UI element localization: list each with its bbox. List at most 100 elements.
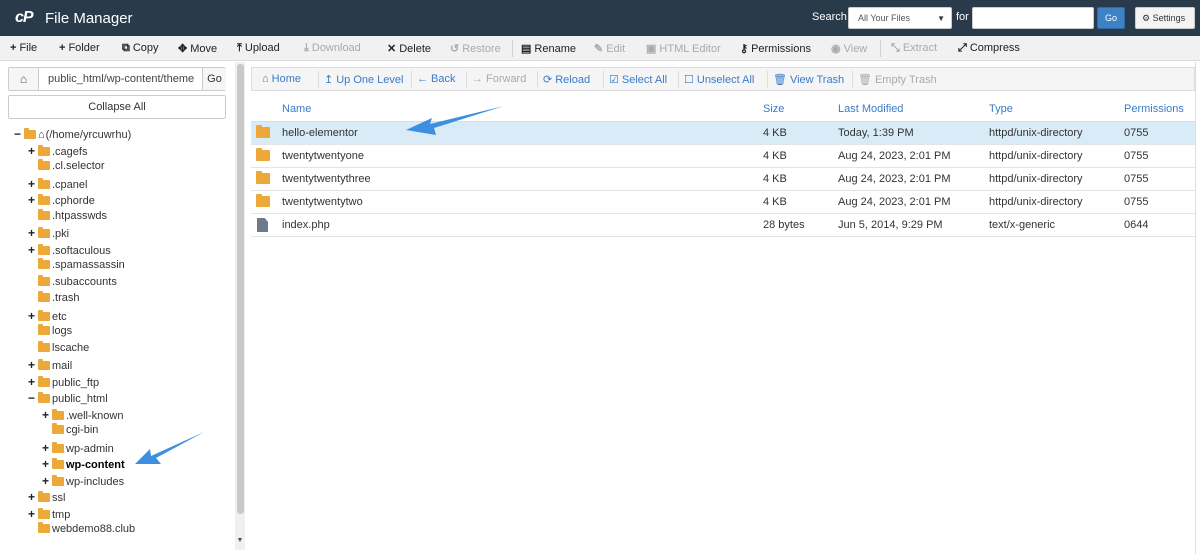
expand-icon[interactable]: + bbox=[28, 177, 38, 191]
expand-icon[interactable]: + bbox=[42, 408, 52, 422]
table-row[interactable]: twentytwentyone 4 KB Aug 24, 2023, 2:01 PM… bbox=[251, 145, 1195, 168]
column-header-permissions[interactable]: Permissions bbox=[1124, 103, 1184, 115]
path-go-button[interactable]: Go bbox=[202, 68, 226, 90]
toolbar-label: Compress bbox=[969, 42, 1020, 54]
tree-item-htpasswds[interactable]: .htpasswds bbox=[28, 208, 107, 226]
table-row[interactable]: twentytwentythree 4 KB Aug 24, 2023, 2:01 … bbox=[251, 168, 1195, 191]
back-button[interactable]: ← Back bbox=[417, 73, 455, 85]
expand-icon[interactable]: + bbox=[28, 243, 38, 257]
tree-item-lscache[interactable]: lscache bbox=[28, 340, 89, 358]
view-trash-button[interactable]: 🗑 View Trash bbox=[773, 73, 844, 86]
cell-size: 4 KB bbox=[763, 127, 787, 139]
file-button[interactable]: + File bbox=[10, 42, 37, 54]
expand-icon[interactable]: + bbox=[28, 144, 38, 158]
column-header-size[interactable]: Size bbox=[763, 103, 784, 115]
tree-item-ssl[interactable]: + ssl bbox=[28, 490, 65, 506]
search-scope-select[interactable]: All Your Files ▼ bbox=[848, 7, 952, 29]
table-row[interactable]: hello-elementor 4 KB Today, 1:39 PM httpd/u… bbox=[251, 122, 1195, 145]
folder-button[interactable]: + Folder bbox=[59, 42, 100, 54]
tree-item-softaculous[interactable]: + .softaculous bbox=[28, 243, 111, 259]
home-button[interactable]: ⌂ Home bbox=[262, 73, 301, 85]
table-row[interactable]: index.php 28 bytes Jun 5, 2014, 9:29 PM tex… bbox=[251, 214, 1195, 237]
expand-icon[interactable]: + bbox=[28, 309, 38, 323]
copy-button[interactable]: ⧉ Copy bbox=[122, 42, 159, 55]
cpanel-logo[interactable]: cP bbox=[15, 9, 34, 27]
upload-button[interactable]: ⤒ Upload bbox=[237, 42, 280, 55]
tree-item-cphorde[interactable]: + .cphorde bbox=[28, 193, 95, 209]
unselect-all-button[interactable]: ☐ Unselect All bbox=[684, 73, 754, 86]
expand-icon[interactable]: + bbox=[28, 193, 38, 207]
cell-modified: Aug 24, 2023, 2:01 PM bbox=[838, 150, 951, 162]
column-header-modified[interactable]: Last Modified bbox=[838, 103, 903, 115]
expand-icon[interactable]: + bbox=[42, 457, 52, 471]
tree-item-mail[interactable]: + mail bbox=[28, 358, 72, 374]
edit-button[interactable]: ✎ Edit bbox=[594, 42, 625, 55]
tree-item-wp-includes[interactable]: + wp-includes bbox=[42, 474, 124, 490]
restore-button[interactable]: ↺ Restore bbox=[450, 42, 501, 55]
tree-scrollbar-thumb[interactable] bbox=[237, 64, 244, 514]
toolbar-label: View bbox=[843, 43, 868, 55]
download-icon: ⤓ bbox=[304, 42, 309, 54]
tree-item-spamassassin[interactable]: .spamassassin bbox=[28, 258, 125, 275]
tree-item-wp-admin[interactable]: + wp-admin bbox=[42, 441, 114, 457]
tree-item-cpanel[interactable]: + .cpanel bbox=[28, 177, 87, 193]
path-input[interactable]: public_html/wp-content/themes bbox=[48, 73, 194, 85]
expand-icon[interactable]: + bbox=[42, 441, 52, 455]
tree-item-webdemo88-club[interactable]: webdemo88.club bbox=[28, 522, 135, 539]
table-row[interactable]: twentytwentytwo 4 KB Aug 24, 2023, 2:01 PM… bbox=[251, 191, 1195, 214]
tree-item-public-ftp[interactable]: + public_ftp bbox=[28, 375, 99, 391]
permissions-button[interactable]: ⚷ Permissions bbox=[740, 42, 811, 55]
scroll-down-arrow-icon[interactable]: ▼ bbox=[235, 537, 245, 547]
tree-item-tmp[interactable]: + tmp bbox=[28, 507, 70, 523]
tree-item-label: .cl.selector bbox=[52, 160, 105, 172]
expand-icon[interactable]: + bbox=[28, 226, 38, 240]
download-button[interactable]: ⤓ Download bbox=[304, 42, 361, 55]
annotation-arrow-tree bbox=[135, 432, 204, 464]
compress-button[interactable]: ⤢ Compress bbox=[958, 42, 1020, 55]
tree-item-well-known[interactable]: + .well-known bbox=[42, 408, 123, 424]
collapse-icon[interactable]: − bbox=[28, 391, 38, 405]
tree-item-etc[interactable]: + etc bbox=[28, 309, 67, 325]
collapse-icon[interactable]: − bbox=[14, 127, 24, 141]
rename-button[interactable]: ▤ Rename bbox=[521, 42, 576, 55]
empty-trash-button[interactable]: 🗑 Empty Trash bbox=[858, 73, 937, 86]
nav-label: Empty Trash bbox=[874, 74, 937, 86]
app-title: File Manager bbox=[45, 10, 133, 27]
tree-item-cgi-bin[interactable]: cgi-bin bbox=[42, 423, 98, 440]
move-button[interactable]: ✥ Move bbox=[178, 42, 217, 55]
extract-button[interactable]: ⤡ Extract bbox=[891, 42, 937, 55]
html-editor-button[interactable]: ▣ HTML Editor bbox=[646, 42, 721, 55]
file-nav-bar: ⌂ Home ↥ Up One Level ← Back → Forward ⟳ Reload ☑ S… bbox=[251, 67, 1195, 91]
up-one-level-button[interactable]: ↥ Up One Level bbox=[324, 73, 403, 86]
tree-item-subaccounts[interactable]: .subaccounts bbox=[28, 274, 117, 292]
tree-item-wp-content[interactable]: + wp-content bbox=[42, 457, 125, 473]
view-button[interactable]: ◉ View bbox=[831, 42, 867, 55]
column-header-name[interactable]: Name bbox=[282, 103, 311, 115]
tree-item-public-html[interactable]: − public_html bbox=[28, 391, 108, 407]
cell-size: 28 bytes bbox=[763, 219, 805, 231]
delete-icon: ✕ bbox=[387, 43, 397, 55]
delete-button[interactable]: ✕ Delete bbox=[387, 42, 431, 55]
tree-item-cagefs[interactable]: + .cagefs bbox=[28, 144, 87, 160]
tree-item-logs[interactable]: logs bbox=[28, 324, 72, 341]
column-header-type[interactable]: Type bbox=[989, 103, 1013, 115]
expand-icon[interactable]: + bbox=[28, 375, 38, 389]
forward-button[interactable]: → Forward bbox=[472, 73, 526, 85]
collapse-all-button[interactable]: Collapse All bbox=[8, 95, 226, 119]
tree-item-label: .spamassassin bbox=[52, 259, 125, 271]
tree-item-trash[interactable]: .trash bbox=[28, 291, 80, 308]
search-go-button[interactable]: Go bbox=[1097, 7, 1125, 29]
search-input[interactable] bbox=[972, 7, 1094, 29]
tree-item-pki[interactable]: + .pki bbox=[28, 226, 69, 242]
tree-item-cl-selector[interactable]: .cl.selector bbox=[28, 159, 105, 176]
expand-icon[interactable]: + bbox=[42, 474, 52, 488]
home-icon[interactable]: ⌂ bbox=[9, 68, 39, 90]
reload-button[interactable]: ⟳ Reload bbox=[543, 73, 590, 86]
select-all-button[interactable]: ☑ Select All bbox=[609, 73, 667, 86]
cell-perms: 0755 bbox=[1124, 196, 1149, 208]
expand-icon[interactable]: + bbox=[28, 507, 38, 521]
settings-button[interactable]: ⚙ Settings bbox=[1135, 7, 1195, 29]
expand-icon[interactable]: + bbox=[28, 358, 38, 372]
tree-item-home-yrcuwrhu[interactable]: − ⌂(/home/yrcuwrhu) bbox=[14, 127, 131, 143]
expand-icon[interactable]: + bbox=[28, 490, 38, 504]
